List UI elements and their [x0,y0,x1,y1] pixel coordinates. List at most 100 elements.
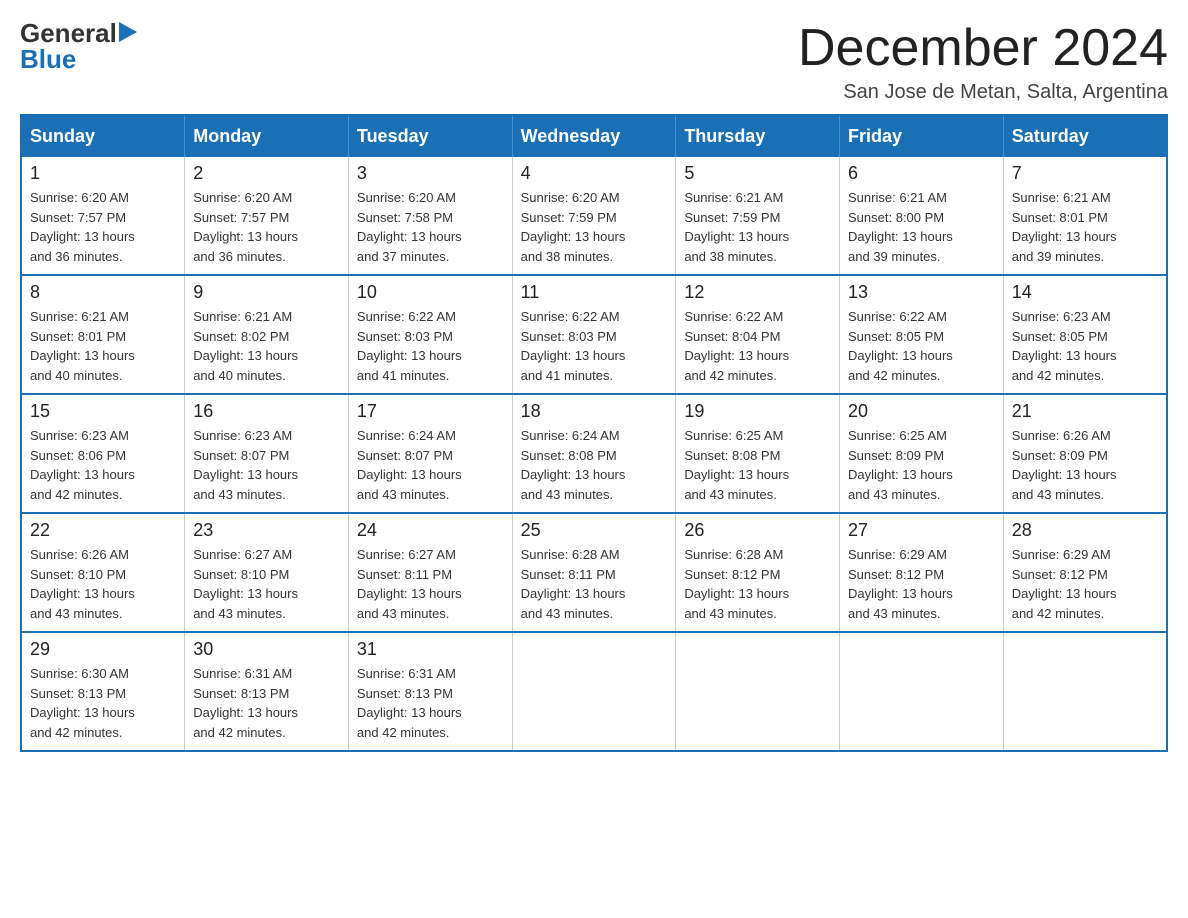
calendar-cell: 12 Sunrise: 6:22 AMSunset: 8:04 PMDayligh… [676,275,840,394]
day-number: 12 [684,282,831,303]
calendar-week-3: 15Sunrise: 6:23 AMSunset: 8:06 PMDayligh… [21,394,1167,513]
day-number: 17 [357,401,504,422]
calendar-cell: 17 Sunrise: 6:24 AMSunset: 8:07 PMDayligh… [348,394,512,513]
month-title: December 2024 [798,20,1168,77]
calendar-cell: 15Sunrise: 6:23 AMSunset: 8:06 PMDayligh… [21,394,185,513]
day-number: 22 [30,520,176,541]
logo-blue: Blue [20,44,76,75]
day-number: 14 [1012,282,1158,303]
day-info: Sunrise: 6:28 AMSunset: 8:11 PMDaylight:… [521,545,668,623]
calendar-cell: 8Sunrise: 6:21 AMSunset: 8:01 PMDaylight… [21,275,185,394]
header-saturday: Saturday [1003,115,1167,157]
day-number: 19 [684,401,831,422]
calendar-cell [840,632,1004,751]
calendar-week-5: 29 Sunrise: 6:30 AMSunset: 8:13 PMDayligh… [21,632,1167,751]
calendar-cell: 31 Sunrise: 6:31 AMSunset: 8:13 PMDayligh… [348,632,512,751]
logo-general: General [20,20,117,46]
day-number: 26 [684,520,831,541]
day-number: 10 [357,282,504,303]
calendar-cell: 30Sunrise: 6:31 AMSunset: 8:13 PMDayligh… [185,632,349,751]
calendar-cell: 24 Sunrise: 6:27 AMSunset: 8:11 PMDayligh… [348,513,512,632]
calendar-cell: 27Sunrise: 6:29 AMSunset: 8:12 PMDayligh… [840,513,1004,632]
day-number: 21 [1012,401,1158,422]
day-number: 29 [30,639,176,660]
calendar-cell: 16Sunrise: 6:23 AMSunset: 8:07 PMDayligh… [185,394,349,513]
day-info: Sunrise: 6:24 AMSunset: 8:07 PMDaylight:… [357,426,504,504]
calendar-week-2: 8Sunrise: 6:21 AMSunset: 8:01 PMDaylight… [21,275,1167,394]
calendar-cell: 11 Sunrise: 6:22 AMSunset: 8:03 PMDayligh… [512,275,676,394]
calendar-cell: 22 Sunrise: 6:26 AMSunset: 8:10 PMDayligh… [21,513,185,632]
day-number: 4 [521,163,668,184]
day-info: Sunrise: 6:23 AMSunset: 8:06 PMDaylight:… [30,426,176,504]
calendar-cell: 25 Sunrise: 6:28 AMSunset: 8:11 PMDayligh… [512,513,676,632]
calendar-cell: 4 Sunrise: 6:20 AMSunset: 7:59 PMDaylight… [512,157,676,275]
day-number: 9 [193,282,340,303]
calendar-cell: 9 Sunrise: 6:21 AMSunset: 8:02 PMDaylight… [185,275,349,394]
day-info: Sunrise: 6:25 AMSunset: 8:09 PMDaylight:… [848,426,995,504]
location-subtitle: San Jose de Metan, Salta, Argentina [798,81,1168,104]
logo-arrow-icon [119,22,137,42]
calendar-cell: 23 Sunrise: 6:27 AMSunset: 8:10 PMDayligh… [185,513,349,632]
header-tuesday: Tuesday [348,115,512,157]
day-info: Sunrise: 6:26 AMSunset: 8:10 PMDaylight:… [30,545,176,623]
day-info: Sunrise: 6:20 AMSunset: 7:57 PMDaylight:… [193,188,340,266]
day-info: Sunrise: 6:27 AMSunset: 8:11 PMDaylight:… [357,545,504,623]
calendar-cell: 1 Sunrise: 6:20 AMSunset: 7:57 PMDaylight… [21,157,185,275]
day-info: Sunrise: 6:23 AMSunset: 8:05 PMDaylight:… [1012,307,1158,385]
day-info: Sunrise: 6:22 AMSunset: 8:04 PMDaylight:… [684,307,831,385]
page-header: General Blue December 2024 San Jose de M… [20,20,1168,104]
calendar-header-row: SundayMondayTuesdayWednesdayThursdayFrid… [21,115,1167,157]
day-number: 6 [848,163,995,184]
day-number: 28 [1012,520,1158,541]
day-number: 5 [684,163,831,184]
header-friday: Friday [840,115,1004,157]
day-info: Sunrise: 6:31 AMSunset: 8:13 PMDaylight:… [357,664,504,742]
day-info: Sunrise: 6:22 AMSunset: 8:05 PMDaylight:… [848,307,995,385]
day-number: 11 [521,282,668,303]
day-number: 13 [848,282,995,303]
calendar-cell: 20 Sunrise: 6:25 AMSunset: 8:09 PMDayligh… [840,394,1004,513]
day-number: 25 [521,520,668,541]
day-number: 1 [30,163,176,184]
calendar-table: SundayMondayTuesdayWednesdayThursdayFrid… [20,114,1168,752]
calendar-cell: 2 Sunrise: 6:20 AMSunset: 7:57 PMDaylight… [185,157,349,275]
day-number: 2 [193,163,340,184]
day-info: Sunrise: 6:21 AMSunset: 8:02 PMDaylight:… [193,307,340,385]
calendar-cell [1003,632,1167,751]
calendar-cell: 5Sunrise: 6:21 AMSunset: 7:59 PMDaylight… [676,157,840,275]
day-number: 8 [30,282,176,303]
calendar-cell [512,632,676,751]
day-info: Sunrise: 6:20 AMSunset: 7:57 PMDaylight:… [30,188,176,266]
day-info: Sunrise: 6:22 AMSunset: 8:03 PMDaylight:… [521,307,668,385]
calendar-cell [676,632,840,751]
day-info: Sunrise: 6:30 AMSunset: 8:13 PMDaylight:… [30,664,176,742]
day-info: Sunrise: 6:25 AMSunset: 8:08 PMDaylight:… [684,426,831,504]
day-number: 31 [357,639,504,660]
calendar-cell: 7Sunrise: 6:21 AMSunset: 8:01 PMDaylight… [1003,157,1167,275]
calendar-cell: 14 Sunrise: 6:23 AMSunset: 8:05 PMDayligh… [1003,275,1167,394]
day-info: Sunrise: 6:21 AMSunset: 8:00 PMDaylight:… [848,188,995,266]
calendar-week-1: 1 Sunrise: 6:20 AMSunset: 7:57 PMDaylight… [21,157,1167,275]
calendar-cell: 3Sunrise: 6:20 AMSunset: 7:58 PMDaylight… [348,157,512,275]
day-info: Sunrise: 6:20 AMSunset: 7:59 PMDaylight:… [521,188,668,266]
day-info: Sunrise: 6:28 AMSunset: 8:12 PMDaylight:… [684,545,831,623]
calendar-cell: 10Sunrise: 6:22 AMSunset: 8:03 PMDayligh… [348,275,512,394]
day-info: Sunrise: 6:21 AMSunset: 8:01 PMDaylight:… [1012,188,1158,266]
day-info: Sunrise: 6:23 AMSunset: 8:07 PMDaylight:… [193,426,340,504]
calendar-cell: 29 Sunrise: 6:30 AMSunset: 8:13 PMDayligh… [21,632,185,751]
day-number: 27 [848,520,995,541]
day-number: 23 [193,520,340,541]
logo: General Blue [20,20,137,75]
day-number: 20 [848,401,995,422]
calendar-cell: 18Sunrise: 6:24 AMSunset: 8:08 PMDayligh… [512,394,676,513]
calendar-cell: 26 Sunrise: 6:28 AMSunset: 8:12 PMDayligh… [676,513,840,632]
calendar-cell: 19 Sunrise: 6:25 AMSunset: 8:08 PMDayligh… [676,394,840,513]
day-number: 30 [193,639,340,660]
day-number: 24 [357,520,504,541]
day-info: Sunrise: 6:27 AMSunset: 8:10 PMDaylight:… [193,545,340,623]
header-sunday: Sunday [21,115,185,157]
day-info: Sunrise: 6:29 AMSunset: 8:12 PMDaylight:… [1012,545,1158,623]
header-monday: Monday [185,115,349,157]
day-info: Sunrise: 6:26 AMSunset: 8:09 PMDaylight:… [1012,426,1158,504]
calendar-week-4: 22 Sunrise: 6:26 AMSunset: 8:10 PMDayligh… [21,513,1167,632]
